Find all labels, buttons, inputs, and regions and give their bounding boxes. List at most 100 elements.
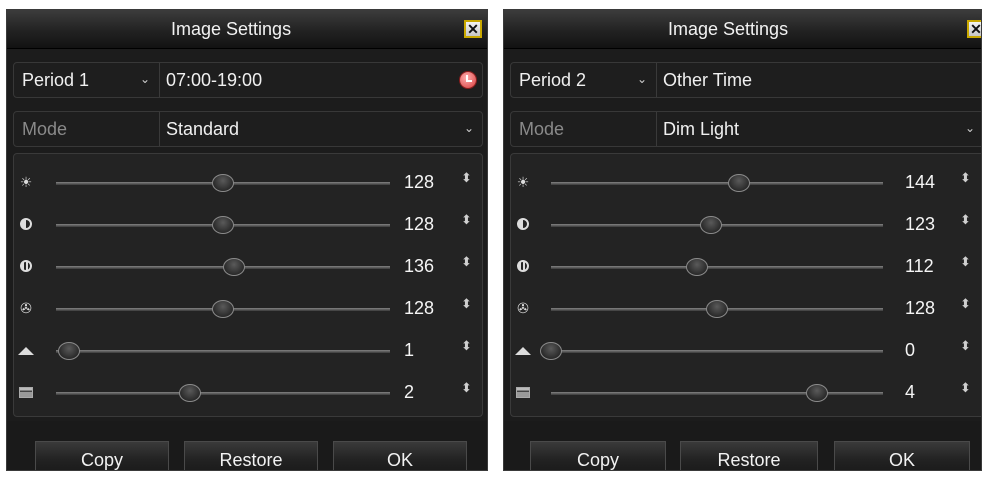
brightness-value[interactable]: 128 [404,172,434,193]
dialog-title: Image Settings [668,19,789,39]
hue-slider-thumb[interactable] [706,300,728,318]
ok-button[interactable]: OK [834,441,970,470]
brightness-value[interactable]: 144 [905,172,935,193]
period-select[interactable]: Period 1 ⌄ [14,63,159,97]
time-range-value: 07:00-19:00 [166,70,263,90]
saturation-icon [515,258,531,274]
hue-spinner-icon[interactable]: ⬍ [960,297,971,310]
brightness-icon: ☀ [516,174,530,190]
brightness-spinner-icon[interactable]: ⬍ [461,171,472,184]
slider-row-denoising: 2 ⬍ [14,369,482,417]
period-select[interactable]: Period 2 ⌄ [511,63,656,97]
slider-row-brightness: ☀ 144 ⬍ [511,159,981,207]
saturation-spinner-icon[interactable]: ⬍ [960,255,971,268]
dialog-footer: Copy Restore OK [504,421,981,470]
sharpness-spinner-icon[interactable]: ⬍ [960,339,971,352]
denoising-icon [515,384,531,400]
mode-select-value: Standard [166,119,240,139]
slider-row-contrast: 123 ⬍ [511,201,981,249]
time-range-field[interactable]: 07:00-19:00 [159,63,482,97]
period-select-value: Period 1 [22,70,90,90]
mode-select[interactable]: Dim Light ⌄ [656,112,981,146]
sharpness-spinner-icon[interactable]: ⬍ [461,339,472,352]
mode-row: Mode Dim Light ⌄ [510,111,981,147]
contrast-value[interactable]: 128 [404,214,434,235]
chevron-down-icon: ⌄ [463,121,474,135]
contrast-icon [18,216,34,232]
saturation-slider-thumb[interactable] [223,258,246,276]
dialog-footer: Copy Restore OK [7,421,487,470]
mode-select-value: Dim Light [663,119,740,139]
saturation-spinner-icon[interactable]: ⬍ [461,255,472,268]
hue-value[interactable]: 128 [404,298,434,319]
mode-label-cell: Mode [14,112,159,146]
contrast-slider-thumb[interactable] [700,216,723,234]
denoising-spinner-icon[interactable]: ⬍ [960,381,971,394]
hue-slider-thumb[interactable] [212,300,234,318]
close-icon[interactable]: ✕ [464,20,482,38]
brightness-icon: ☀ [19,174,33,190]
hue-icon: ✇ [20,300,32,316]
denoising-value[interactable]: 2 [404,382,414,403]
sharpness-value[interactable]: 1 [404,340,414,361]
brightness-slider-track[interactable] [551,182,883,185]
sharpness-slider-thumb[interactable] [58,342,81,360]
time-range-value: Other Time [663,70,753,90]
dialog-titlebar[interactable]: Image Settings ✕ [7,10,487,49]
contrast-value[interactable]: 123 [905,214,935,235]
slider-row-brightness: ☀ 128 ⬍ [14,159,482,207]
sharpness-icon [515,342,531,358]
brightness-slider-thumb[interactable] [212,174,234,192]
sharpness-slider-track[interactable] [551,350,883,353]
slider-row-saturation: 136 ⬍ [14,243,482,291]
time-range-field[interactable]: Other Time [656,63,981,97]
slider-row-saturation: 112 ⬍ [511,243,981,291]
chevron-down-icon: ⌄ [140,72,151,86]
image-settings-dialog-2: Image Settings ✕ Period 2 ⌄ Other Time M… [503,9,982,471]
restore-button[interactable]: Restore [184,441,318,470]
copy-button[interactable]: Copy [530,441,666,470]
mode-select[interactable]: Standard ⌄ [159,112,482,146]
hue-value[interactable]: 128 [905,298,935,319]
adjustment-sliders: ☀ 128 ⬍ 128 ⬍ 136 ⬍ ✇ 128 ⬍ 1 ⬍ 2 ⬍ [13,153,483,417]
denoising-slider-track[interactable] [551,392,883,395]
chevron-down-icon: ⌄ [964,121,975,135]
dialog-title: Image Settings [171,19,292,39]
adjustment-sliders: ☀ 144 ⬍ 123 ⬍ 112 ⬍ ✇ 128 ⬍ 0 ⬍ 4 ⬍ [510,153,981,417]
slider-row-sharpness: 0 ⬍ [511,327,981,375]
sharpness-value[interactable]: 0 [905,340,915,361]
mode-label: Mode [22,119,68,139]
sharpness-slider-thumb[interactable] [540,342,562,360]
period-select-value: Period 2 [519,70,587,90]
close-icon[interactable]: ✕ [967,20,981,38]
copy-button[interactable]: Copy [35,441,169,470]
saturation-value[interactable]: 112 [905,256,934,277]
restore-button[interactable]: Restore [680,441,818,470]
saturation-value[interactable]: 136 [404,256,434,277]
saturation-slider-track[interactable] [551,266,883,269]
contrast-icon [515,216,531,232]
dialog-titlebar[interactable]: Image Settings ✕ [504,10,981,49]
saturation-slider-thumb[interactable] [685,258,708,276]
denoising-slider-thumb[interactable] [178,384,201,402]
denoising-spinner-icon[interactable]: ⬍ [461,381,472,394]
sharpness-slider-track[interactable] [56,350,390,353]
slider-row-contrast: 128 ⬍ [14,201,482,249]
contrast-spinner-icon[interactable]: ⬍ [960,213,971,226]
ok-button[interactable]: OK [333,441,467,470]
mode-label: Mode [519,119,565,139]
slider-row-hue: ✇ 128 ⬍ [511,285,981,333]
denoising-slider-thumb[interactable] [805,384,828,402]
clock-icon[interactable] [460,72,476,88]
contrast-slider-thumb[interactable] [212,216,234,234]
brightness-slider-thumb[interactable] [727,174,750,192]
period-row: Period 2 ⌄ Other Time [510,62,981,98]
image-settings-dialog-1: Image Settings ✕ Period 1 ⌄ 07:00-19:00 … [6,9,488,471]
mode-label-cell: Mode [511,112,656,146]
contrast-spinner-icon[interactable]: ⬍ [461,213,472,226]
denoising-slider-track[interactable] [56,392,390,395]
denoising-value[interactable]: 4 [905,382,915,403]
brightness-spinner-icon[interactable]: ⬍ [960,171,971,184]
chevron-down-icon: ⌄ [637,72,648,86]
hue-spinner-icon[interactable]: ⬍ [461,297,472,310]
